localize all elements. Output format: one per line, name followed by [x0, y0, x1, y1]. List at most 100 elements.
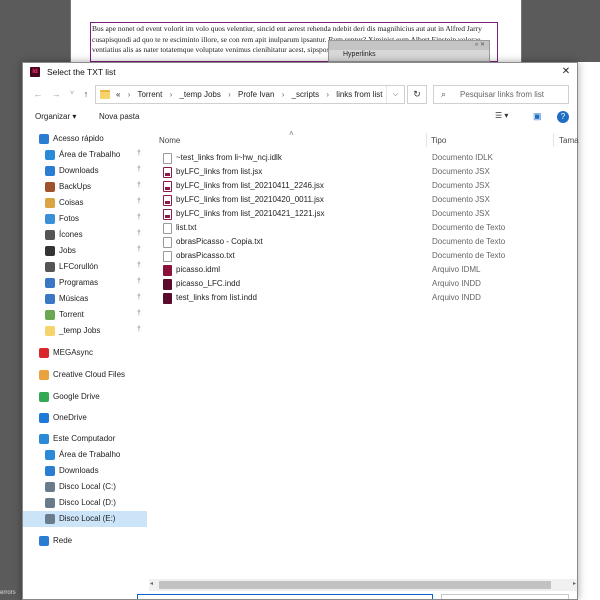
- pin-icon[interactable]: †: [137, 326, 141, 333]
- refresh-button[interactable]: ↻: [407, 85, 427, 104]
- sidebar-item[interactable]: Google Drive: [23, 389, 147, 405]
- sidebar-item[interactable]: Acesso rápido: [23, 131, 147, 147]
- pin-icon[interactable]: †: [137, 214, 141, 221]
- sidebar-item[interactable]: Programas †: [23, 275, 147, 291]
- breadcrumb-links-from-list[interactable]: links from list: [336, 90, 382, 99]
- sidebar-item[interactable]: Coisas †: [23, 195, 147, 211]
- sidebar-item[interactable]: _temp Jobs †: [23, 323, 147, 339]
- help-button[interactable]: ?: [557, 111, 569, 123]
- list-item[interactable]: picasso.idml Arquivo IDML: [149, 263, 577, 277]
- horizontal-scrollbar[interactable]: ◂ ▸: [149, 579, 577, 591]
- list-item[interactable]: obrasPicasso - Copia.txt Documento de Tex…: [149, 235, 577, 249]
- sidebar-item[interactable]: OneDrive: [23, 410, 147, 426]
- hyperlinks-tab[interactable]: Hyperlinks: [331, 51, 376, 58]
- preview-pane-button[interactable]: ▣: [533, 111, 542, 122]
- breadcrumb-overflow[interactable]: «: [116, 90, 120, 99]
- breadcrumb-scripts[interactable]: _scripts: [292, 90, 320, 99]
- organize-menu-button[interactable]: Organizar ▾: [35, 112, 76, 121]
- list-item[interactable]: obrasPicasso.txt Documento de Texto: [149, 249, 577, 263]
- view-options-button[interactable]: ☰ ▾: [495, 111, 508, 120]
- column-type[interactable]: Tipo: [431, 136, 446, 145]
- address-dropdown-button[interactable]: ⌵: [386, 86, 404, 103]
- title-bar[interactable]: Id Select the TXT list ✕: [23, 63, 577, 81]
- list-item[interactable]: list.txt Documento de Texto: [149, 221, 577, 235]
- pin-icon[interactable]: †: [137, 182, 141, 189]
- recent-locations-button[interactable]: ˅: [65, 87, 79, 101]
- list-item[interactable]: test_links from list.indd Arquivo INDD: [149, 291, 577, 305]
- sidebar-item[interactable]: Creative Cloud Files: [23, 367, 147, 383]
- sidebar-item[interactable]: BackUps †: [23, 179, 147, 195]
- search-box[interactable]: ⌕: [433, 85, 569, 104]
- file-type-select[interactable]: [441, 594, 569, 599]
- file-icon: [163, 237, 172, 248]
- sidebar-item[interactable]: Área de Trabalho †: [23, 147, 147, 163]
- pin-icon[interactable]: †: [137, 294, 141, 301]
- sidebar-item[interactable]: Downloads †: [23, 163, 147, 179]
- column-size[interactable]: Tama: [559, 136, 579, 145]
- list-item[interactable]: byLFC_links from list.jsx Documento JSX: [149, 165, 577, 179]
- address-bar[interactable]: « › Torrent › _temp Jobs › Profe Ivan › …: [95, 85, 405, 104]
- search-input[interactable]: [460, 88, 566, 101]
- list-item[interactable]: ~test_links from li~hw_ncj.idlk Documento…: [149, 151, 577, 165]
- pin-icon[interactable]: †: [137, 230, 141, 237]
- sidebar-item[interactable]: Disco Local (C:): [23, 479, 147, 495]
- pin-icon[interactable]: †: [137, 198, 141, 205]
- list-item[interactable]: byLFC_links from list_20210411_2246.jsx D…: [149, 179, 577, 193]
- sidebar-item-label: Disco Local (C:): [59, 482, 116, 491]
- scroll-right-icon[interactable]: ▸: [573, 580, 576, 587]
- hyperlinks-panel[interactable]: « ✕ Hyperlinks: [328, 40, 490, 62]
- pin-icon[interactable]: †: [137, 166, 141, 173]
- lfc-icon: [45, 262, 55, 272]
- sidebar-item[interactable]: Ícones †: [23, 227, 147, 243]
- sidebar-item[interactable]: Este Computador: [23, 431, 147, 447]
- pin-icon[interactable]: †: [137, 150, 141, 157]
- panel-header[interactable]: « ✕: [329, 41, 489, 50]
- sidebar-item[interactable]: Fotos †: [23, 211, 147, 227]
- column-divider[interactable]: [426, 133, 427, 147]
- list-item[interactable]: byLFC_links from list_20210420_0011.jsx D…: [149, 193, 577, 207]
- sidebar-item[interactable]: Disco Local (E:): [23, 511, 147, 527]
- sidebar-item[interactable]: Rede: [23, 533, 147, 549]
- file-icon: [163, 293, 172, 304]
- column-name[interactable]: Nome: [159, 136, 180, 145]
- new-folder-button[interactable]: Nova pasta: [99, 112, 139, 121]
- close-button[interactable]: ✕: [555, 63, 577, 81]
- sidebar-item-label: MEGAsync: [53, 348, 94, 357]
- sidebar-item-label: Disco Local (E:): [59, 514, 116, 523]
- pin-icon[interactable]: †: [137, 246, 141, 253]
- sidebar-item-label: Coisas: [59, 198, 84, 207]
- list-item[interactable]: byLFC_links from list_20210421_1221.jsx D…: [149, 207, 577, 221]
- star-icon: [39, 134, 49, 144]
- file-type: Documento JSX: [432, 167, 490, 176]
- back-button[interactable]: ←: [31, 87, 45, 101]
- sidebar-item-label: Google Drive: [53, 392, 100, 401]
- pin-icon[interactable]: †: [137, 310, 141, 317]
- pin-icon[interactable]: †: [137, 262, 141, 269]
- scroll-left-icon[interactable]: ◂: [150, 580, 153, 587]
- indesign-app-icon: Id: [30, 67, 40, 77]
- sidebar-item[interactable]: Área de Trabalho: [23, 447, 147, 463]
- breadcrumb-torrent[interactable]: Torrent: [137, 90, 162, 99]
- column-divider[interactable]: [553, 133, 554, 147]
- file-icon: [163, 181, 172, 192]
- sidebar-item[interactable]: LFCorullón †: [23, 259, 147, 275]
- sidebar-item[interactable]: Músicas †: [23, 291, 147, 307]
- forward-button[interactable]: →: [49, 87, 63, 101]
- breadcrumb-profe-ivan[interactable]: Profe Ivan: [238, 90, 274, 99]
- sidebar-item[interactable]: Torrent †: [23, 307, 147, 323]
- file-name: picasso.idml: [176, 265, 221, 274]
- column-header: ˄ Nome Tipo Tama: [149, 129, 579, 149]
- sidebar-item[interactable]: Disco Local (D:): [23, 495, 147, 511]
- sidebar-item[interactable]: Jobs †: [23, 243, 147, 259]
- sidebar-item-label: Área de Trabalho: [59, 450, 121, 459]
- sidebar-item[interactable]: MEGAsync: [23, 345, 147, 361]
- sidebar-item[interactable]: Downloads: [23, 463, 147, 479]
- up-button[interactable]: ↑: [79, 87, 93, 101]
- file-icon: [163, 195, 172, 206]
- list-item[interactable]: picasso_LFC.indd Arquivo INDD: [149, 277, 577, 291]
- breadcrumb-temp-jobs[interactable]: _temp Jobs: [179, 90, 220, 99]
- panel-controls[interactable]: « ✕: [475, 41, 485, 48]
- pin-icon[interactable]: †: [137, 278, 141, 285]
- file-name-input[interactable]: [137, 594, 433, 599]
- scrollbar-thumb[interactable]: [159, 581, 551, 589]
